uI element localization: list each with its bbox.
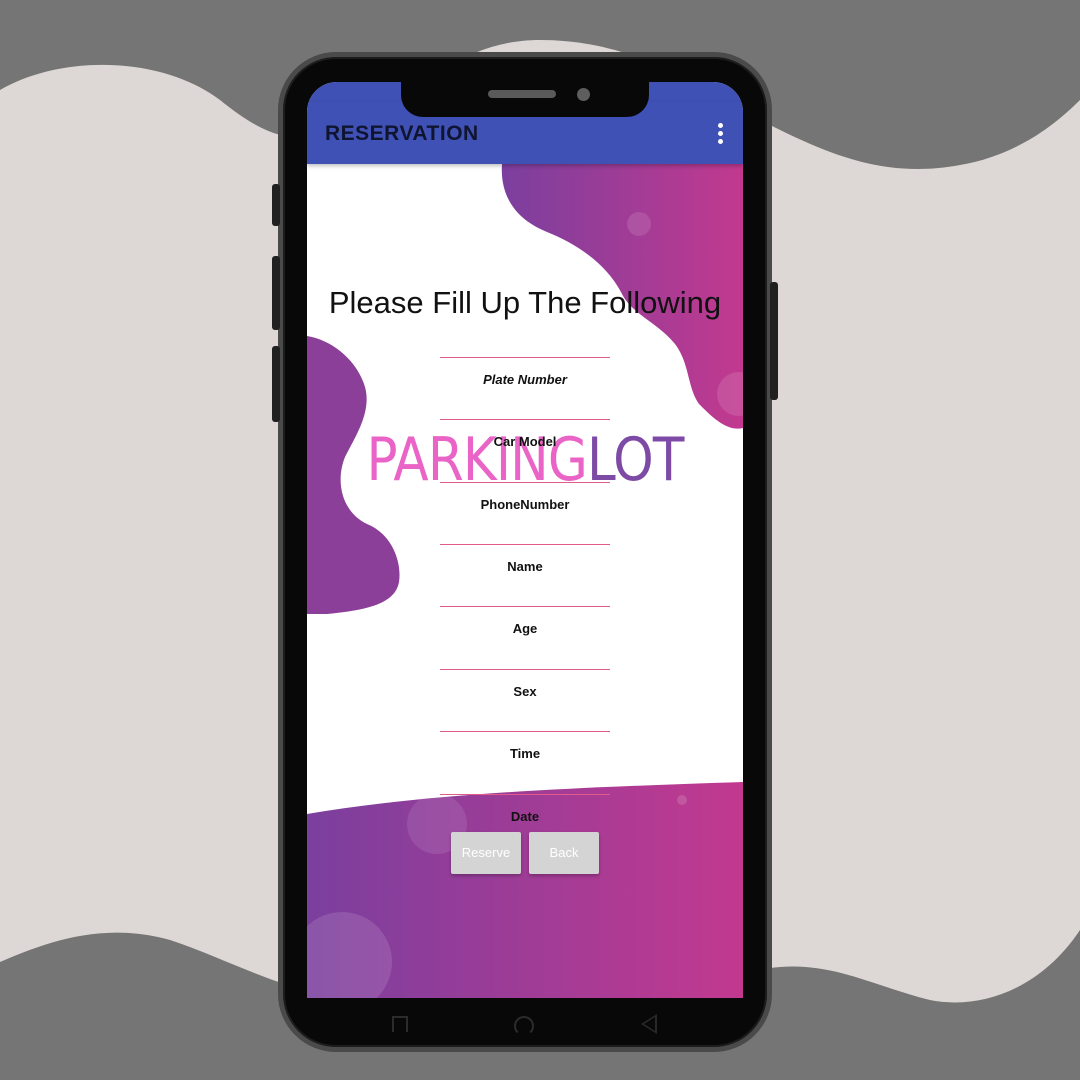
field-label: Car Model — [493, 434, 557, 449]
back-icon[interactable] — [641, 1014, 657, 1034]
field-label: Plate Number — [483, 372, 567, 387]
recent-apps-icon[interactable] — [392, 1016, 408, 1032]
plate-number-field[interactable]: Plate Number — [440, 357, 610, 403]
field-label: Date — [510, 809, 540, 824]
time-field[interactable]: Time — [440, 731, 610, 777]
front-camera — [577, 88, 590, 101]
field-label: Sex — [513, 684, 537, 699]
app-screen: RESERVATION Please Fill Up The Following… — [307, 82, 743, 998]
overflow-menu-icon[interactable] — [715, 123, 725, 145]
phone-notch — [401, 75, 649, 117]
speaker-grille — [488, 90, 556, 98]
phone-side-button — [272, 256, 280, 330]
phone-number-field[interactable]: PhoneNumber — [440, 482, 610, 528]
age-field[interactable]: Age — [440, 606, 610, 652]
system-navigation-bar — [307, 998, 743, 1040]
phone-side-button — [272, 346, 280, 422]
reserve-button[interactable]: Reserve — [451, 832, 521, 874]
phone-side-button — [272, 184, 280, 226]
background-art — [307, 164, 743, 998]
field-label: Name — [507, 559, 543, 574]
sex-field[interactable]: Sex — [440, 669, 610, 715]
back-button[interactable]: Back — [529, 832, 599, 874]
page-title: Please Fill Up The Following — [328, 285, 722, 320]
field-label: Time — [509, 746, 541, 761]
phone-power-button — [770, 282, 778, 400]
car-model-field[interactable]: Car Model — [440, 419, 610, 465]
name-field[interactable]: Name — [440, 544, 610, 590]
field-label: Age — [512, 621, 538, 636]
app-title: RESERVATION — [325, 122, 479, 145]
field-label: PhoneNumber — [480, 497, 570, 512]
home-icon[interactable] — [514, 1016, 534, 1036]
